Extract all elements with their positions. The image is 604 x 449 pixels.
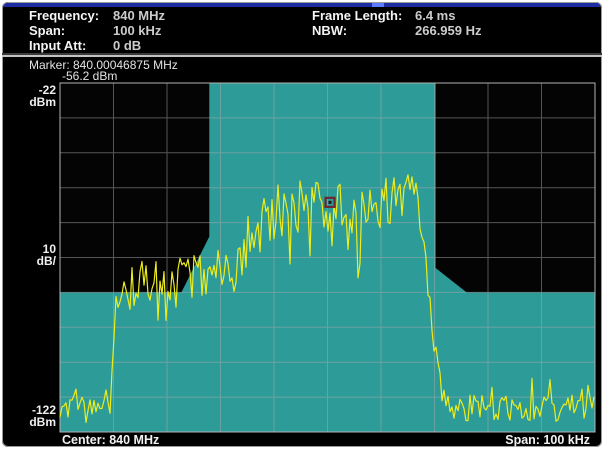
y-axis-ref-label: -22 dBm	[8, 84, 56, 108]
y-axis-scale-label: 10 dB/	[8, 243, 56, 267]
span-annotation: Span: 100 kHz	[505, 433, 590, 447]
input-att-label: Input Att:	[29, 38, 86, 53]
y-axis-scale-unit: dB/	[8, 255, 56, 267]
input-att-value: 0 dB	[113, 38, 141, 53]
top-accent-tick	[372, 3, 384, 7]
center-frequency-annotation: Center: 840 MHz	[62, 433, 159, 447]
header-separator	[2, 55, 602, 57]
spectrum-plot	[59, 82, 596, 434]
frequency-value: 840 MHz	[113, 8, 165, 23]
y-axis-bottom-label: -122 dBm	[8, 404, 56, 428]
analyzer-screen: Frequency: 840 MHz Span: 100 kHz Input A…	[2, 2, 602, 447]
marker-amplitude-readout: -56.2 dBm	[62, 69, 117, 83]
nbw-label: NBW:	[312, 23, 347, 38]
marker-indicator-dot	[329, 201, 332, 204]
frequency-label: Frequency:	[29, 8, 99, 23]
frame-length-value: 6.4 ms	[415, 8, 455, 23]
y-axis-ref-unit: dBm	[8, 96, 56, 108]
span-value: 100 kHz	[113, 23, 161, 38]
top-accent-bar	[4, 3, 600, 7]
y-axis-bottom-unit: dBm	[8, 416, 56, 428]
span-label: Span:	[29, 23, 65, 38]
nbw-value: 266.959 Hz	[415, 23, 482, 38]
frame-length-label: Frame Length:	[312, 8, 402, 23]
